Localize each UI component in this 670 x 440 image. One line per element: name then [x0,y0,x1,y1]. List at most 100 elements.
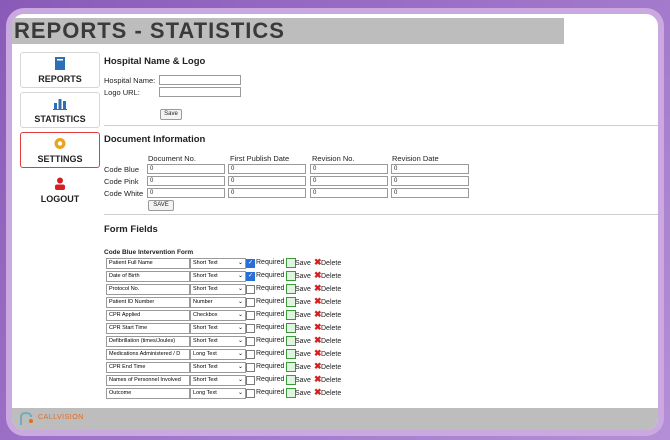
field-type-select[interactable]: Short Text ⌄ [190,323,246,334]
hospital-save-button[interactable]: Save [160,109,182,120]
revision-date-input[interactable]: 0 [391,164,469,174]
save-link[interactable]: Save [295,324,311,334]
save-link[interactable]: Save [295,298,311,308]
chevron-down-icon: ⌄ [237,325,243,331]
delete-link[interactable]: Delete [321,298,341,308]
save-link[interactable]: Save [295,272,311,282]
required-checkbox[interactable] [246,311,255,320]
doc-number-input[interactable]: 0 [147,188,225,198]
delete-link[interactable]: Delete [321,350,341,360]
required-checkbox[interactable] [246,324,255,333]
field-type-select[interactable]: Short Text ⌄ [190,362,246,373]
row-label-code-white: Code White [104,189,144,198]
save-link[interactable]: Save [295,285,311,295]
delete-link[interactable]: Delete [321,259,341,269]
document-save-button[interactable]: SAVE [148,200,174,211]
field-type-select[interactable]: Short Text ⌄ [190,336,246,347]
required-checkbox[interactable] [246,350,255,359]
required-label: Required [256,272,285,279]
form-title: Code Blue Intervention Form [104,249,194,256]
required-checkbox[interactable] [246,363,255,372]
field-name-input[interactable]: Names of Personnel Involved [106,375,190,386]
revision-date-input[interactable]: 0 [391,188,469,198]
revision-date-input[interactable]: 0 [391,176,469,186]
revision-number-input[interactable]: 0 [310,164,388,174]
required-checkbox[interactable] [246,389,255,398]
field-name-input[interactable]: Protocol No. [106,284,190,295]
field-name-input[interactable]: CPR Start Time [106,323,190,334]
field-name-input[interactable]: Date of Birth [106,271,190,282]
save-link[interactable]: Save [295,363,311,373]
field-type-value: Short Text [193,273,218,279]
delete-link[interactable]: Delete [321,363,341,373]
field-type-value: Short Text [193,364,218,370]
first-publish-date-input[interactable]: 0 [228,188,306,198]
column-header: First Publish Date [230,154,290,163]
required-checkbox[interactable]: ✓ [246,259,255,268]
doc-number-input[interactable]: 0 [147,176,225,186]
required-checkbox[interactable] [246,376,255,385]
required-label: Required [256,363,285,370]
field-type-select[interactable]: Short Text ⌄ [190,375,246,386]
doc-number-input[interactable]: 0 [147,164,225,174]
delete-link[interactable]: Delete [321,272,341,282]
sidebar-item-reports[interactable]: REPORTS [20,52,100,88]
footer-brand: CALLVISION [38,414,84,421]
chevron-down-icon: ⌄ [237,364,243,370]
required-label: Required [256,350,285,357]
sidebar-item-settings[interactable]: SETTINGS [20,132,100,168]
field-type-select[interactable]: Short Text ⌄ [190,271,246,282]
delete-link[interactable]: Delete [321,311,341,321]
sidebar-item-statistics[interactable]: STATISTICS [20,92,100,128]
required-checkbox[interactable] [246,298,255,307]
save-link[interactable]: Save [295,389,311,399]
required-label: Required [256,337,285,344]
field-name-input[interactable]: Patient ID Number [106,297,190,308]
field-name-input[interactable]: CPR End Time [106,362,190,373]
save-link[interactable]: Save [295,376,311,386]
field-type-value: Short Text [193,325,218,331]
field-name-input[interactable]: Patient Full Name [106,258,190,269]
chevron-down-icon: ⌄ [237,338,243,344]
first-publish-date-input[interactable]: 0 [228,176,306,186]
field-type-value: Number [193,299,213,305]
delete-link[interactable]: Delete [321,324,341,334]
field-type-select[interactable]: Short Text ⌄ [190,258,246,269]
sidebar-item-logout[interactable]: LOGOUT [20,172,100,208]
chevron-down-icon: ⌄ [237,351,243,357]
save-link[interactable]: Save [295,350,311,360]
field-type-select[interactable]: Long Text ⌄ [190,388,246,399]
field-name-input[interactable]: Outcome [106,388,190,399]
delete-link[interactable]: Delete [321,285,341,295]
first-publish-date-input[interactable]: 0 [228,164,306,174]
logo-url-input[interactable] [159,87,241,97]
save-link[interactable]: Save [295,259,311,269]
hospital-name-input[interactable] [159,75,241,85]
revision-number-input[interactable]: 0 [310,188,388,198]
sidebar-item-label: SETTINGS [37,154,83,164]
delete-link[interactable]: Delete [321,389,341,399]
field-name-input[interactable]: Defibrillation (times/Joules) [106,336,190,347]
field-type-select[interactable]: Number ⌄ [190,297,246,308]
field-type-value: Short Text [193,338,218,344]
field-type-value: Checkbox [193,312,218,318]
delete-link[interactable]: Delete [321,376,341,386]
required-label: Required [256,259,285,266]
field-name-input[interactable]: CPR Applied [106,310,190,321]
required-checkbox[interactable] [246,337,255,346]
row-label-code-pink: Code Pink [104,177,139,186]
user-icon [55,177,65,190]
required-checkbox[interactable]: ✓ [246,272,255,281]
field-type-select[interactable]: Checkbox ⌄ [190,310,246,321]
callvision-logo-icon [20,411,33,425]
delete-link[interactable]: Delete [321,337,341,347]
save-link[interactable]: Save [295,337,311,347]
save-link[interactable]: Save [295,311,311,321]
field-type-select[interactable]: Short Text ⌄ [190,284,246,295]
field-name-input[interactable]: Medications Administered / D [106,349,190,360]
required-checkbox[interactable] [246,285,255,294]
revision-number-input[interactable]: 0 [310,176,388,186]
logo-url-label: Logo URL: [104,88,140,97]
field-type-select[interactable]: Long Text ⌄ [190,349,246,360]
app-window: REPORTS - STATISTICS REPORTS STATISTICS … [12,14,658,430]
